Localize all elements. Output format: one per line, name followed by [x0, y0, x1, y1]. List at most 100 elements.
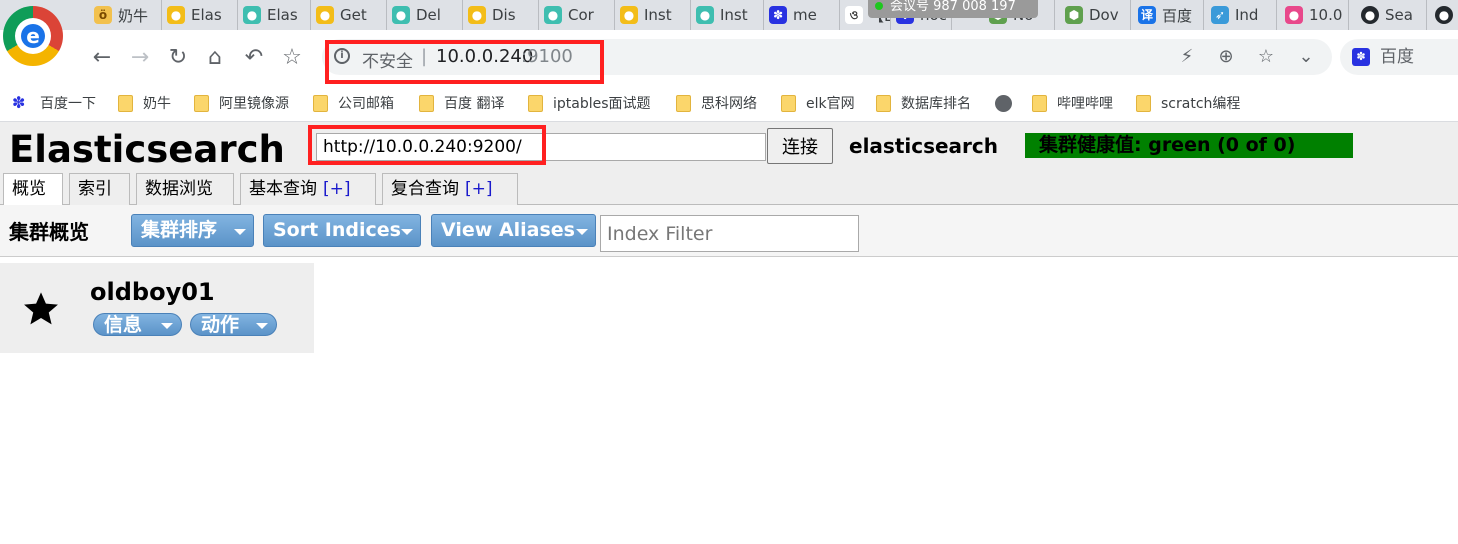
bookmark-label: elk官网: [806, 96, 855, 112]
bookmark-item[interactable]: 思科网络: [676, 92, 757, 114]
bookmark-item[interactable]: scratch编程: [1136, 92, 1240, 114]
caret-down-icon: [576, 229, 588, 235]
meeting-tooltip: 会议号 987 008 197: [868, 0, 1038, 18]
cluster-url-input[interactable]: [316, 133, 766, 161]
browser-tab-label: Sea: [1385, 6, 1413, 24]
info-icon[interactable]: i: [334, 48, 350, 64]
url-host[interactable]: 10.0.0.240: [436, 46, 533, 67]
browser-tab-label: Dov: [1089, 6, 1119, 24]
browser-tab[interactable]: ● Cor: [540, 0, 615, 30]
tab-compound-query[interactable]: 复合查询 [+]: [382, 173, 518, 205]
reload-icon[interactable]: ↻: [164, 44, 192, 72]
browser-tab[interactable]: ● Elas: [239, 0, 311, 30]
browser-tab[interactable]: ● Inst: [616, 0, 691, 30]
browser-tab[interactable]: ö 奶牛: [90, 0, 162, 30]
browser-tab[interactable]: ● Inst: [692, 0, 764, 30]
folder-icon: [194, 94, 209, 112]
tab-data-browser[interactable]: 数据浏览: [136, 173, 234, 205]
bookmark-item[interactable]: 阿里镜像源: [194, 92, 289, 114]
browser-tab[interactable]: ● 10.0: [1281, 0, 1349, 30]
bookmark-label: 数据库排名: [901, 96, 971, 112]
home-icon[interactable]: ⌂: [201, 44, 229, 72]
add-basic-query[interactable]: [+]: [323, 179, 351, 199]
caret-down-icon: [401, 229, 413, 235]
elastic-icon: ●: [243, 6, 261, 24]
tab-overview[interactable]: 概览: [3, 173, 63, 206]
caret-down-icon: [234, 229, 246, 235]
search-engine-box[interactable]: ✽ 百度: [1340, 39, 1458, 75]
index-filter-input[interactable]: [600, 215, 859, 252]
node-action-button[interactable]: 动作: [190, 313, 277, 336]
back-arrow-icon[interactable]: ←: [88, 44, 116, 72]
browser-tab[interactable]: ● Get: [312, 0, 387, 30]
bookmark-item[interactable]: elk官网: [781, 92, 855, 114]
baidu-paw-icon: ✽: [1352, 48, 1370, 66]
bookmark-label: 百度 翻译: [444, 96, 505, 112]
bookmark-star-icon[interactable]: ☆: [278, 44, 306, 72]
browser-tab[interactable]: ● Dis: [464, 0, 539, 30]
chevron-down-icon[interactable]: ⌄: [1293, 44, 1319, 70]
tab-label: 索引: [78, 179, 112, 199]
favorite-star-icon[interactable]: ☆: [1253, 44, 1279, 70]
browser-tab-label: me: [793, 6, 817, 24]
connect-button[interactable]: 连接: [767, 128, 833, 164]
elastic-icon: ●: [696, 6, 714, 24]
tooltip-text: 会议号 987 008 197: [890, 0, 1016, 14]
bookmark-item[interactable]: 公司邮箱: [313, 92, 394, 114]
browser-tab[interactable]: ➶ Ind: [1207, 0, 1277, 30]
bookmark-item[interactable]: ✽ 百度一下: [12, 92, 96, 114]
undo-icon[interactable]: ↶: [240, 44, 268, 72]
folder-icon: [1136, 94, 1151, 112]
elastic-icon: ●: [468, 6, 486, 24]
browser-tab-label: Del: [416, 6, 441, 24]
star-icon: [24, 292, 58, 325]
add-compound-query[interactable]: [+]: [465, 179, 493, 199]
baidu-paw-icon: ✽: [12, 93, 26, 112]
elastic-icon: ●: [167, 6, 185, 24]
url-port[interactable]: :9100: [521, 46, 573, 67]
bookmark-item[interactable]: 奶牛: [118, 92, 171, 114]
bookmark-item[interactable]: 数据库排名: [876, 92, 971, 114]
bookmark-label: 奶牛: [143, 96, 171, 112]
sort-cluster-label: 集群排序: [141, 219, 218, 241]
folder-icon: [781, 94, 796, 112]
bookmark-item[interactable]: 百度 翻译: [419, 92, 504, 114]
sort-indices-label: Sort Indices: [273, 219, 401, 241]
bookmark-item[interactable]: [995, 92, 1012, 114]
tab-label: 数据浏览: [145, 179, 213, 199]
bookmark-item[interactable]: 哔哩哔哩: [1032, 92, 1113, 114]
overview-title: 集群概览: [9, 220, 89, 244]
bookmark-item[interactable]: iptables面试题: [528, 92, 651, 114]
tab-indices[interactable]: 索引: [69, 173, 130, 205]
browser-tab[interactable]: ●: [1431, 0, 1458, 30]
forward-arrow-icon[interactable]: →: [126, 44, 154, 72]
folder-icon: [528, 94, 543, 112]
baidu-paw-icon: ✽: [769, 6, 787, 24]
github-icon: ●: [1435, 6, 1453, 24]
browser-tab[interactable]: ✽ me: [765, 0, 840, 30]
status-dot-icon: [875, 2, 883, 10]
lightning-icon[interactable]: ⚡: [1174, 44, 1200, 70]
zoom-icon[interactable]: ⊕: [1213, 44, 1239, 70]
url-separator: |: [421, 46, 428, 67]
browser-tab[interactable]: ⬢ Dov: [1061, 0, 1131, 30]
search-engine-label: 百度: [1380, 47, 1414, 67]
browser-tab[interactable]: ● Sea: [1357, 0, 1427, 30]
folder-icon: [313, 94, 328, 112]
browser-tab-label: 百度: [1162, 6, 1193, 25]
bookmark-label: iptables面试题: [553, 96, 651, 112]
browser-tab[interactable]: ● Elas: [163, 0, 238, 30]
elastic-icon: ●: [620, 6, 638, 24]
tab-basic-query[interactable]: 基本查询 [+]: [240, 173, 376, 205]
browser-tab[interactable]: ● Del: [388, 0, 463, 30]
view-aliases-button[interactable]: View Aliases: [431, 214, 596, 247]
node-info-button[interactable]: 信息: [93, 313, 182, 336]
browser-tab[interactable]: 译 百度: [1134, 0, 1204, 30]
tab-label: 基本查询: [249, 179, 317, 199]
cluster-health-badge: 集群健康值: green (0 of 0): [1025, 133, 1353, 158]
sort-indices-button[interactable]: Sort Indices: [263, 214, 421, 247]
tab-label: 概览: [12, 179, 46, 199]
elastic-icon: ●: [316, 6, 334, 24]
nodejs-icon: ⬢: [1065, 6, 1083, 24]
sort-cluster-button[interactable]: 集群排序: [131, 214, 254, 247]
